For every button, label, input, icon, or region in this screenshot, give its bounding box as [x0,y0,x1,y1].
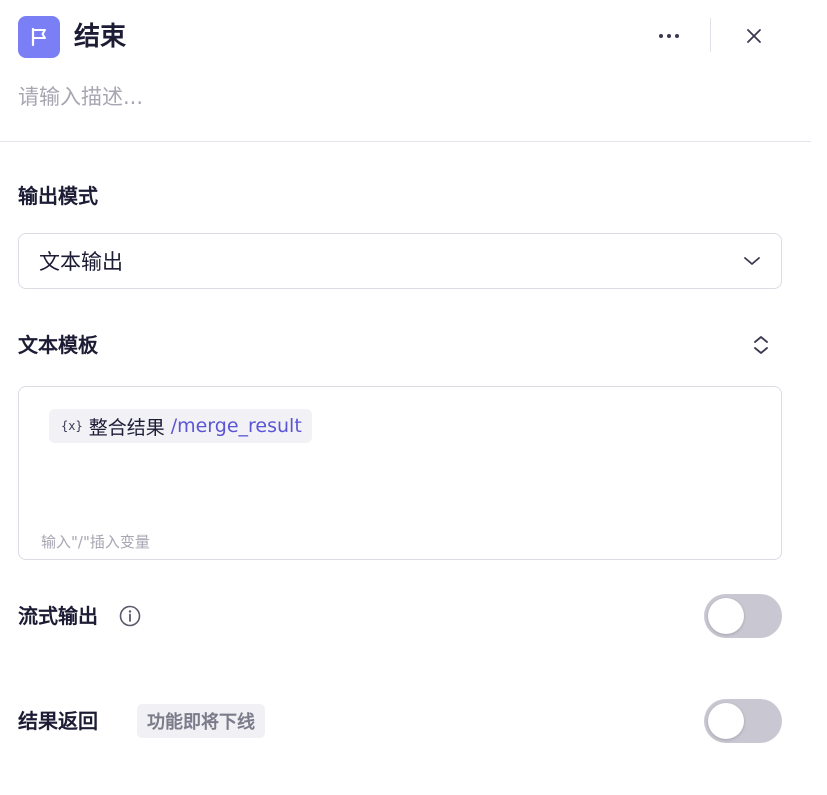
streaming-output-toggle[interactable] [704,594,782,638]
variable-path: /merge_result [170,415,302,437]
chevron-down-icon [744,257,760,265]
description-input[interactable] [18,80,778,114]
output-mode-selected-value: 文本输出 [39,250,123,274]
node-title[interactable]: 结束 [74,18,126,56]
info-icon[interactable] [118,604,142,628]
streaming-output-label: 流式输出 [18,604,98,628]
node-type-icon [18,16,60,58]
text-template-label: 文本模板 [18,333,98,357]
toggle-knob [708,703,744,739]
panel-header: 结束 [0,0,811,142]
variable-chip[interactable]: {x} 整合结果 /merge_result [49,409,312,443]
close-button[interactable] [738,22,770,50]
output-mode-select[interactable]: 文本输出 [18,233,782,289]
template-expand-button[interactable] [746,330,776,360]
variable-name: 整合结果 [88,416,165,439]
toggle-knob [708,598,744,634]
close-icon [747,29,761,43]
chevron-up-down-icon [754,336,768,354]
more-options-button[interactable] [652,22,686,50]
variable-icon: {x} [61,419,83,433]
header-divider [710,18,711,52]
result-return-toggle[interactable] [704,699,782,743]
end-node-panel: 结束 输出模式 文本输出 文本模板 {x} [0,0,827,795]
text-template-editor[interactable]: {x} 整合结果 /merge_result 输入"/"插入变量 [18,386,782,560]
result-return-label: 结果返回 [18,709,98,733]
deprecation-badge: 功能即将下线 [137,704,265,738]
more-horizontal-icon [659,34,679,38]
flag-icon [31,27,46,47]
output-mode-label: 输出模式 [18,184,98,208]
editor-hint: 输入"/"插入变量 [41,533,150,551]
